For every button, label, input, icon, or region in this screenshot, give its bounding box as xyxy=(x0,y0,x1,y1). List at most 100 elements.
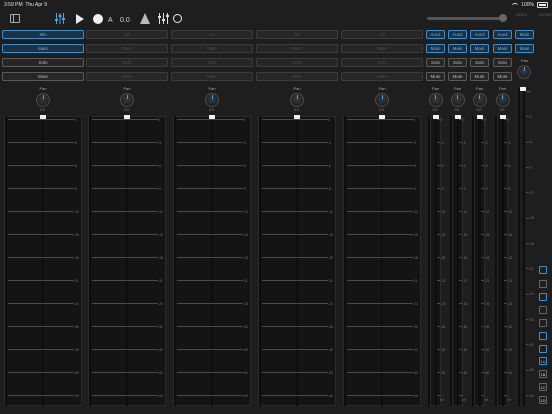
aux-2-name-button[interactable]: Aux2 xyxy=(448,30,467,39)
mixer-view-icon[interactable] xyxy=(55,13,65,24)
aux-1-solo-button[interactable]: Solo xyxy=(426,58,445,67)
master-main-button[interactable]: Main xyxy=(515,44,534,53)
list-view-icon[interactable] xyxy=(41,14,50,23)
side-eq-icon[interactable] xyxy=(539,293,547,301)
channel-5-solo-button[interactable]: Solo xyxy=(341,58,423,67)
channel-1-mute-button[interactable]: Mute xyxy=(2,72,84,81)
aux-2-main-button[interactable]: Main xyxy=(448,44,467,53)
master-name-button[interactable]: Main xyxy=(515,30,534,39)
side-page-icon[interactable] xyxy=(539,280,547,288)
aux-4-fader-handle[interactable] xyxy=(499,115,506,119)
channel-4-name-button[interactable]: S4 xyxy=(256,30,338,39)
channel-2-solo-button[interactable]: Solo xyxy=(86,58,168,67)
side-fader-icon[interactable] xyxy=(539,345,547,353)
locator-a-label[interactable]: A xyxy=(108,14,113,26)
channel-2-name-button[interactable]: S2 xyxy=(86,30,168,39)
side-1b-button[interactable]: 1B xyxy=(539,370,547,378)
channel-4-main-button[interactable]: Main xyxy=(256,44,338,53)
aux-4-main-button[interactable]: Main xyxy=(493,44,512,53)
aux-4-name-button[interactable]: Aux4 xyxy=(493,30,512,39)
channel-1-solo-button[interactable]: Solo xyxy=(2,58,84,67)
aux-2-fader-handle[interactable] xyxy=(454,115,461,119)
channel-2-fader-handle[interactable] xyxy=(124,115,130,119)
aux-1-main-button[interactable]: Main xyxy=(426,44,445,53)
master-pan-knob[interactable] xyxy=(517,65,531,79)
aux-4-scale-tick xyxy=(503,211,507,212)
aux-1-scale-tick xyxy=(436,119,440,120)
channel-5-name-button[interactable]: Clk xyxy=(341,30,423,39)
channel-5-main-button[interactable]: Main xyxy=(341,44,423,53)
channel-3-name-button[interactable]: S3 xyxy=(171,30,253,39)
master-volume-slider[interactable] xyxy=(427,14,507,22)
channel-5-pan-knob[interactable] xyxy=(375,93,389,107)
channel-3-fader-handle[interactable] xyxy=(209,115,215,119)
channel-3-mute-button[interactable]: Mute xyxy=(171,72,253,81)
aux-2-pan-value: 0.0 xyxy=(454,108,460,112)
settings-list-icon[interactable] xyxy=(187,13,196,23)
aux-1-scale-label: -inf xyxy=(440,393,444,402)
side-1c-button[interactable]: 1C xyxy=(539,383,547,391)
record-icon[interactable] xyxy=(93,14,103,24)
aux-2-mute-button[interactable]: Mute xyxy=(448,72,467,81)
aux-3-pan-knob[interactable] xyxy=(472,93,487,107)
aux-4-mute-button[interactable]: Mute xyxy=(493,72,512,81)
mixer-settings-icon[interactable] xyxy=(158,13,169,24)
side-meter-icon[interactable] xyxy=(539,266,547,274)
aux-4-scale-tick xyxy=(503,165,507,166)
side-1a-button[interactable]: 1A xyxy=(539,357,547,365)
channel-1-main-button[interactable]: Main xyxy=(2,44,84,53)
aux-1-mute-button[interactable]: Mute xyxy=(426,72,445,81)
play-icon[interactable] xyxy=(76,14,84,24)
side-aux-icon[interactable] xyxy=(539,319,547,327)
channel-3-solo-button[interactable]: Solo xyxy=(171,58,253,67)
channel-5-scale-label: -3 xyxy=(413,140,416,145)
metronome-icon[interactable] xyxy=(140,13,150,24)
aux-3-solo-button[interactable]: Solo xyxy=(470,58,489,67)
loop-icon[interactable] xyxy=(173,14,182,23)
channel-4-solo-button[interactable]: Solo xyxy=(256,58,338,67)
channel-1-pan-knob[interactable] xyxy=(36,93,50,107)
aux-1-fader-handle[interactable] xyxy=(432,115,439,119)
aux-1-pan-knob[interactable] xyxy=(428,93,443,107)
aux-2-scale-label: -9 xyxy=(462,186,466,191)
channel-2-pan-knob[interactable] xyxy=(120,93,134,107)
aux-4-scale-label: -inf xyxy=(507,393,511,402)
aux-3-fader-handle[interactable] xyxy=(476,115,483,119)
channel-5-mute-button[interactable]: Mute xyxy=(341,72,423,81)
channel-4-fader-handle[interactable] xyxy=(294,115,300,119)
channel-1-fader-handle[interactable] xyxy=(40,115,46,119)
solo-clear-button[interactable]: SOLO xyxy=(516,12,527,17)
channel-5-fader-handle[interactable] xyxy=(379,115,385,119)
channel-4-pan-knob[interactable] xyxy=(290,93,304,107)
aux-1-name-button[interactable]: Aux1 xyxy=(426,30,445,39)
aux-3-mute-button[interactable]: Mute xyxy=(470,72,489,81)
side-filter-icon[interactable] xyxy=(539,332,547,340)
grid-view-icon[interactable] xyxy=(27,14,36,23)
channel-2-mute-button[interactable]: Mute xyxy=(86,72,168,81)
aux-4-pan-knob[interactable] xyxy=(495,93,510,107)
side-1d-button[interactable]: 1D xyxy=(539,396,547,404)
channel-4-scale-label: -inf xyxy=(328,393,333,398)
aux-4-solo-button[interactable]: Solo xyxy=(493,58,512,67)
aux-4-scale-label: -30 xyxy=(507,324,513,329)
aux-2-scale-tick xyxy=(458,372,462,373)
aux-3-main-button[interactable]: Main xyxy=(470,44,489,53)
channel-3-scale-label: -30 xyxy=(243,324,248,329)
sidebar-toggle-icon[interactable] xyxy=(10,14,20,23)
master-fader-handle[interactable] xyxy=(520,87,526,91)
aux-2-pan-knob[interactable] xyxy=(450,93,465,107)
side-wave-icon[interactable] xyxy=(539,306,547,314)
channel-3-main-button[interactable]: Main xyxy=(171,44,253,53)
clear-button[interactable]: CLEAR xyxy=(538,12,551,17)
channel-2-main-button[interactable]: Main xyxy=(86,44,168,53)
channel-4-scale-label: -3 xyxy=(328,140,331,145)
aux-3-name-button[interactable]: Aux3 xyxy=(470,30,489,39)
channel-4-scale-label: -6 xyxy=(328,163,331,168)
aux-4-scale-tick xyxy=(503,119,507,120)
master-scale-label: -30 xyxy=(529,317,534,322)
aux-2-solo-button[interactable]: Solo xyxy=(448,58,467,67)
channel-1-name-button[interactable]: Mix xyxy=(2,30,84,39)
channel-2-scale-tick xyxy=(92,234,158,235)
channel-3-pan-knob[interactable] xyxy=(205,93,219,107)
channel-4-mute-button[interactable]: Mute xyxy=(256,72,338,81)
